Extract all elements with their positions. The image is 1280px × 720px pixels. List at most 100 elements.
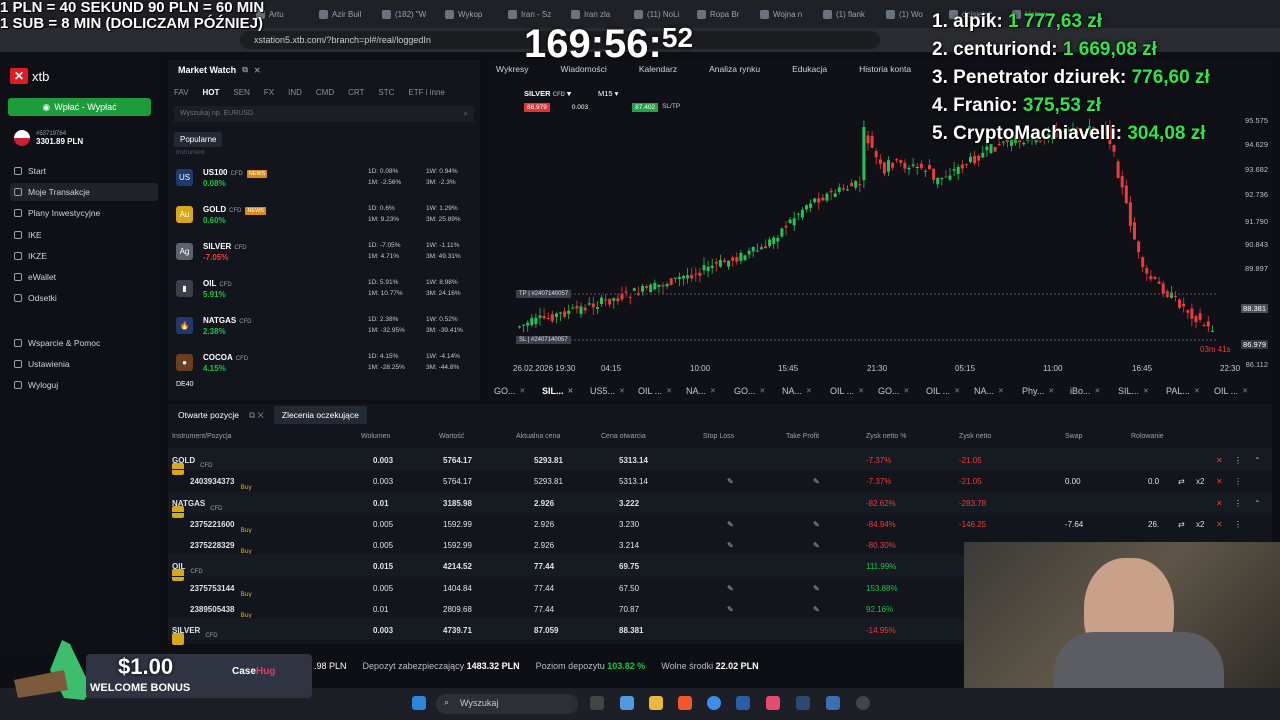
close-icon[interactable]: ✕ — [954, 387, 960, 395]
chart-instrument-tab[interactable]: SIL... ✕ — [1112, 382, 1160, 400]
edit-stop-loss-icon[interactable]: ✎ — [727, 584, 734, 593]
instrument-row[interactable]: Ag SILVER CFD -7.05% 1D: -7.05% 1M: 4.71% 1W: … — [168, 233, 480, 270]
instrument-search-input[interactable]: Wyszukaj np. EURUSD ⌕ — [174, 106, 474, 122]
chart-symbol[interactable]: SILVER CFD ▾ — [524, 89, 571, 98]
chart-instrument-tab[interactable]: NA... ✕ — [968, 382, 1016, 400]
store-icon[interactable] — [736, 696, 750, 710]
close-icon[interactable]: ✕ — [904, 387, 910, 395]
instrument-row[interactable]: ▮ OIL CFD 5.91% 1D: 5.91% 1M: 10.77% 1W: 8.98%… — [168, 270, 480, 307]
popular-filter-button[interactable]: Popularne — [174, 132, 223, 147]
market-watch-tab[interactable]: FAV — [174, 88, 189, 97]
chart-top-tab[interactable]: Historia konta — [855, 64, 915, 74]
instrument-cut-row[interactable]: DE40 — [168, 381, 480, 389]
sidebar-item[interactable]: IKE — [10, 226, 158, 244]
chart-instrument-tab[interactable]: NA... ✕ — [776, 382, 824, 400]
copilot-icon[interactable] — [620, 696, 634, 710]
close-icon[interactable]: ✕ — [998, 387, 1004, 395]
file-explorer-icon[interactable] — [649, 696, 663, 710]
instrument-row[interactable]: ● COCOA CFD 4.15% 1D: 4.15% 1M: -28.25% 1W: -4… — [168, 344, 480, 381]
chart-instrument-tab[interactable]: OIL ... ✕ — [632, 382, 680, 400]
instrument-row[interactable]: US US100 CFD NEWS 0.08% 1D: 0.08% 1M: -2.56% 1W… — [168, 159, 480, 196]
close-icon[interactable]: ✕ — [254, 66, 261, 75]
browser-tab[interactable]: Ropa Br — [691, 0, 754, 28]
close-icon[interactable]: ✕ — [1242, 387, 1248, 395]
market-watch-tab[interactable]: CRT — [348, 88, 364, 97]
sidebar-item[interactable]: Plany Inwestycyjne — [10, 204, 158, 222]
column-header[interactable]: Wolumen — [361, 433, 390, 440]
close-icon[interactable]: ✕ — [1194, 387, 1200, 395]
chart-instrument-tab[interactable]: OIL ... ✕ — [920, 382, 968, 400]
column-header[interactable]: Swap — [1065, 433, 1083, 440]
more-options-icon[interactable]: ⋮ — [1234, 456, 1242, 465]
close-position-icon[interactable]: ✕ — [1216, 520, 1223, 529]
position-group-row[interactable]: NATGAS CFD 0.01 3185.98 2.926 3.222 -82.62% -28… — [168, 490, 1272, 518]
close-icon[interactable]: ✕ — [619, 387, 625, 395]
more-options-icon[interactable]: ⋮ — [1234, 477, 1242, 486]
browser-tab[interactable]: (182) "W — [376, 0, 439, 28]
chart-instrument-tab[interactable]: GO... ✕ — [488, 382, 536, 400]
position-row[interactable]: 2403934373 Buy 0.003 5764.17 5293.81 5313.14 -… — [168, 469, 1272, 491]
sidebar-item[interactable]: Start — [10, 162, 158, 180]
collapse-icon[interactable]: ⌃ — [1254, 456, 1261, 465]
market-watch-tab[interactable]: IND — [288, 88, 302, 97]
close-icon[interactable]: ✕ — [858, 387, 864, 395]
close-icon[interactable]: ✕ — [710, 387, 716, 395]
close-icon[interactable]: ✕ — [806, 387, 812, 395]
window-icon[interactable]: ⧉ — [242, 65, 248, 75]
chart-instrument-tab[interactable]: OIL ... ✕ — [1208, 382, 1256, 400]
close-icon[interactable]: ✕ — [666, 387, 672, 395]
brave-icon[interactable] — [678, 696, 692, 710]
browser-tab[interactable]: Wykop — [439, 0, 502, 28]
market-watch-tab[interactable]: SEN — [233, 88, 249, 97]
chart-instrument-tab[interactable]: NA... ✕ — [680, 382, 728, 400]
reverse-icon[interactable]: ⇄ — [1178, 520, 1185, 529]
market-watch-tab[interactable]: STC — [378, 88, 394, 97]
account-info[interactable]: #53719764 3301.89 PLN — [14, 130, 83, 146]
market-watch-tab[interactable]: CMD — [316, 88, 334, 97]
chart-instrument-tab[interactable]: SIL... ✕ — [536, 382, 584, 400]
edit-take-profit-icon[interactable]: ✎ — [813, 584, 820, 593]
edit-take-profit-icon[interactable]: ✎ — [813, 520, 820, 529]
position-row[interactable]: 2375221600 Buy 0.005 1592.99 2.926 3.230 -84.9… — [168, 511, 1272, 534]
column-header[interactable]: Take Profit — [786, 433, 819, 440]
sidebar-item[interactable]: eWallet — [10, 268, 158, 286]
app-icon[interactable] — [766, 696, 780, 710]
close-icon[interactable]: ✕ — [760, 387, 766, 395]
chart-instrument-tab[interactable]: OIL ... ✕ — [824, 382, 872, 400]
instrument-row[interactable]: Au GOLD CFD NEWS 0.60% 1D: 0.6% 1M: 9.23% 1W: 1… — [168, 196, 480, 233]
chart-top-tab[interactable]: Analiza rynku — [705, 64, 764, 74]
edit-take-profit-icon[interactable]: ✎ — [813, 605, 820, 614]
column-header[interactable]: Aktualna cena — [516, 433, 560, 440]
window-icon[interactable]: ⧉ ✕ — [249, 410, 264, 421]
tab-open-positions[interactable]: Otwarte pozycje — [178, 410, 239, 420]
chart-instrument-tab[interactable]: PAL... ✕ — [1160, 382, 1208, 400]
position-group-row[interactable]: GOLD CFD 0.003 5764.17 5293.81 5313.14 -7.37% -… — [168, 448, 1272, 475]
chart-instrument-tab[interactable]: US5... ✕ — [584, 382, 632, 400]
column-header[interactable]: Cena otwarcia — [601, 433, 646, 440]
tp-line-label[interactable]: TP | #2407140057 — [516, 290, 572, 298]
column-header[interactable]: Zysk netto % — [866, 433, 906, 440]
close-position-icon[interactable]: ✕ — [1216, 499, 1223, 508]
chart-instrument-tab[interactable]: iBo... ✕ — [1064, 382, 1112, 400]
double-icon[interactable]: x2 — [1196, 477, 1204, 486]
steam-icon[interactable] — [796, 696, 810, 710]
sidebar-item[interactable]: Wyloguj — [10, 376, 158, 394]
column-header[interactable]: Instrument/Pozycja — [172, 433, 232, 440]
task-view-icon[interactable] — [590, 696, 604, 710]
sidebar-item[interactable]: Odsetki — [10, 289, 158, 307]
column-header[interactable]: Rolowanie — [1131, 433, 1164, 440]
timeframe-selector[interactable]: M15 ▾ — [598, 89, 618, 98]
reverse-icon[interactable]: ⇄ — [1178, 477, 1185, 486]
column-header[interactable]: Zysk netto — [959, 433, 991, 440]
taskbar-search[interactable]: ⌕ Wyszukaj — [436, 694, 578, 714]
column-header[interactable]: Stop Loss — [703, 433, 734, 440]
close-icon[interactable]: ✕ — [1143, 387, 1149, 395]
browser-tab[interactable]: Azir Buil — [313, 0, 376, 28]
market-watch-tab[interactable]: HOT — [203, 88, 220, 97]
edit-stop-loss-icon[interactable]: ✎ — [727, 520, 734, 529]
windows-start-icon[interactable] — [412, 696, 426, 710]
more-options-icon[interactable]: ⋮ — [1234, 499, 1242, 508]
tab-pending-orders[interactable]: Zlecenia oczekujące — [273, 406, 367, 424]
chart-instrument-tab[interactable]: GO... ✕ — [728, 382, 776, 400]
browser-tab[interactable]: Wojna n — [754, 0, 817, 28]
